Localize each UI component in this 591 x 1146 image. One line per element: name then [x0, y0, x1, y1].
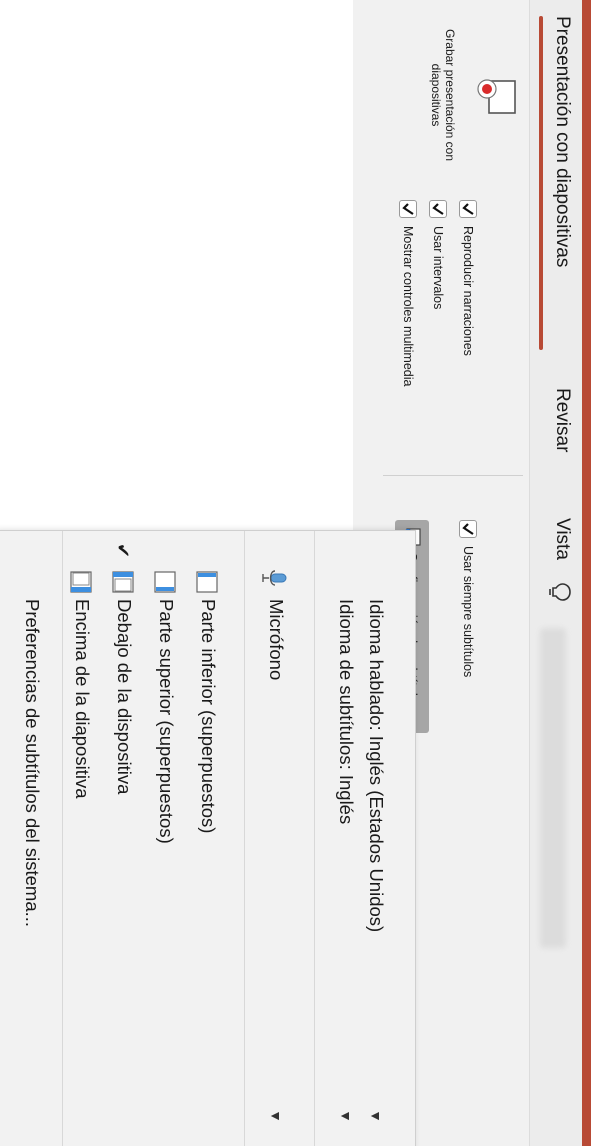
- tab-presentacion-diapositivas[interactable]: Presentación con diapositivas: [550, 16, 574, 267]
- subtitle-language-label: Idioma de subtítulos: Inglés: [336, 599, 357, 825]
- position-top-overlaid-icon: [154, 571, 176, 593]
- tab-revisar[interactable]: Revisar: [550, 388, 574, 452]
- use-timings-checkbox[interactable]: Usar intervalos: [427, 200, 449, 309]
- show-media-controls-checkbox[interactable]: Mostrar controles multimedia: [397, 200, 419, 386]
- position-above-slide-icon: [70, 571, 92, 593]
- menu-separator: [62, 531, 63, 1146]
- menu-separator: [244, 531, 245, 1146]
- submenu-arrow-icon: ▼: [368, 1109, 384, 1123]
- submenu-arrow-icon: ▼: [338, 1109, 354, 1123]
- record-slideshow-icon: [477, 79, 516, 114]
- submenu-arrow-icon: ▼: [268, 1109, 284, 1123]
- top-overlaid-label: Parte superior (superpuestos): [156, 599, 177, 844]
- group-divider: [383, 475, 523, 476]
- checkbox-box[interactable]: [429, 200, 448, 218]
- search-field-blurred[interactable]: [540, 628, 566, 948]
- bottom-overlaid-label: Parte inferior (superpuestos): [198, 599, 219, 834]
- play-narrations-checkbox[interactable]: Reproducir narraciones: [457, 200, 479, 356]
- always-use-subtitles-checkbox[interactable]: Usar siempre subtítulos: [457, 520, 479, 677]
- ribbon-tabs: Presentación con diapositivas Revisar Vi…: [530, 0, 582, 1146]
- microphone-label: Micrófono: [266, 599, 287, 681]
- microphone-icon: [262, 570, 287, 586]
- use-timings-label: Usar intervalos: [431, 226, 445, 310]
- always-use-subtitles-label: Usar siempre subtítulos: [461, 546, 475, 678]
- play-narrations-label: Reproducir narraciones: [461, 226, 475, 356]
- checkbox-box[interactable]: [459, 200, 478, 218]
- lightbulb-icon[interactable]: [546, 582, 572, 602]
- show-media-controls-label: Mostrar controles multimedia: [401, 226, 415, 387]
- active-tab-indicator: [539, 16, 543, 350]
- checkbox-box[interactable]: [399, 200, 418, 218]
- checkbox-box[interactable]: [459, 520, 478, 538]
- position-below-slide-icon: [112, 571, 134, 593]
- above-slide-label: Encima de la diapositiva: [72, 599, 93, 799]
- position-bottom-overlaid-icon: [196, 571, 218, 593]
- rotated-app-view: Presentación con diapositivas Revisar Vi…: [0, 0, 591, 1146]
- spoken-language-label: Idioma hablado: Inglés (Estados Unidos): [366, 599, 387, 933]
- record-slideshow-button[interactable]: Grabar presentación con diapositivas: [359, 20, 529, 170]
- tab-vista[interactable]: Vista: [550, 518, 574, 560]
- accent-bar: [582, 0, 591, 1146]
- checkmark-icon: ✔: [113, 543, 133, 559]
- record-slideshow-label: Grabar presentación con diapositivas: [429, 28, 457, 162]
- menu-separator: [314, 531, 315, 1146]
- system-subtitle-preferences-label: Preferencias de subtítulos del sistema..…: [22, 599, 43, 928]
- subtitle-settings-menu: Idioma hablado: Inglés (Estados Unidos) …: [0, 530, 416, 1146]
- below-slide-label: Debajo de la dispositiva: [114, 599, 135, 795]
